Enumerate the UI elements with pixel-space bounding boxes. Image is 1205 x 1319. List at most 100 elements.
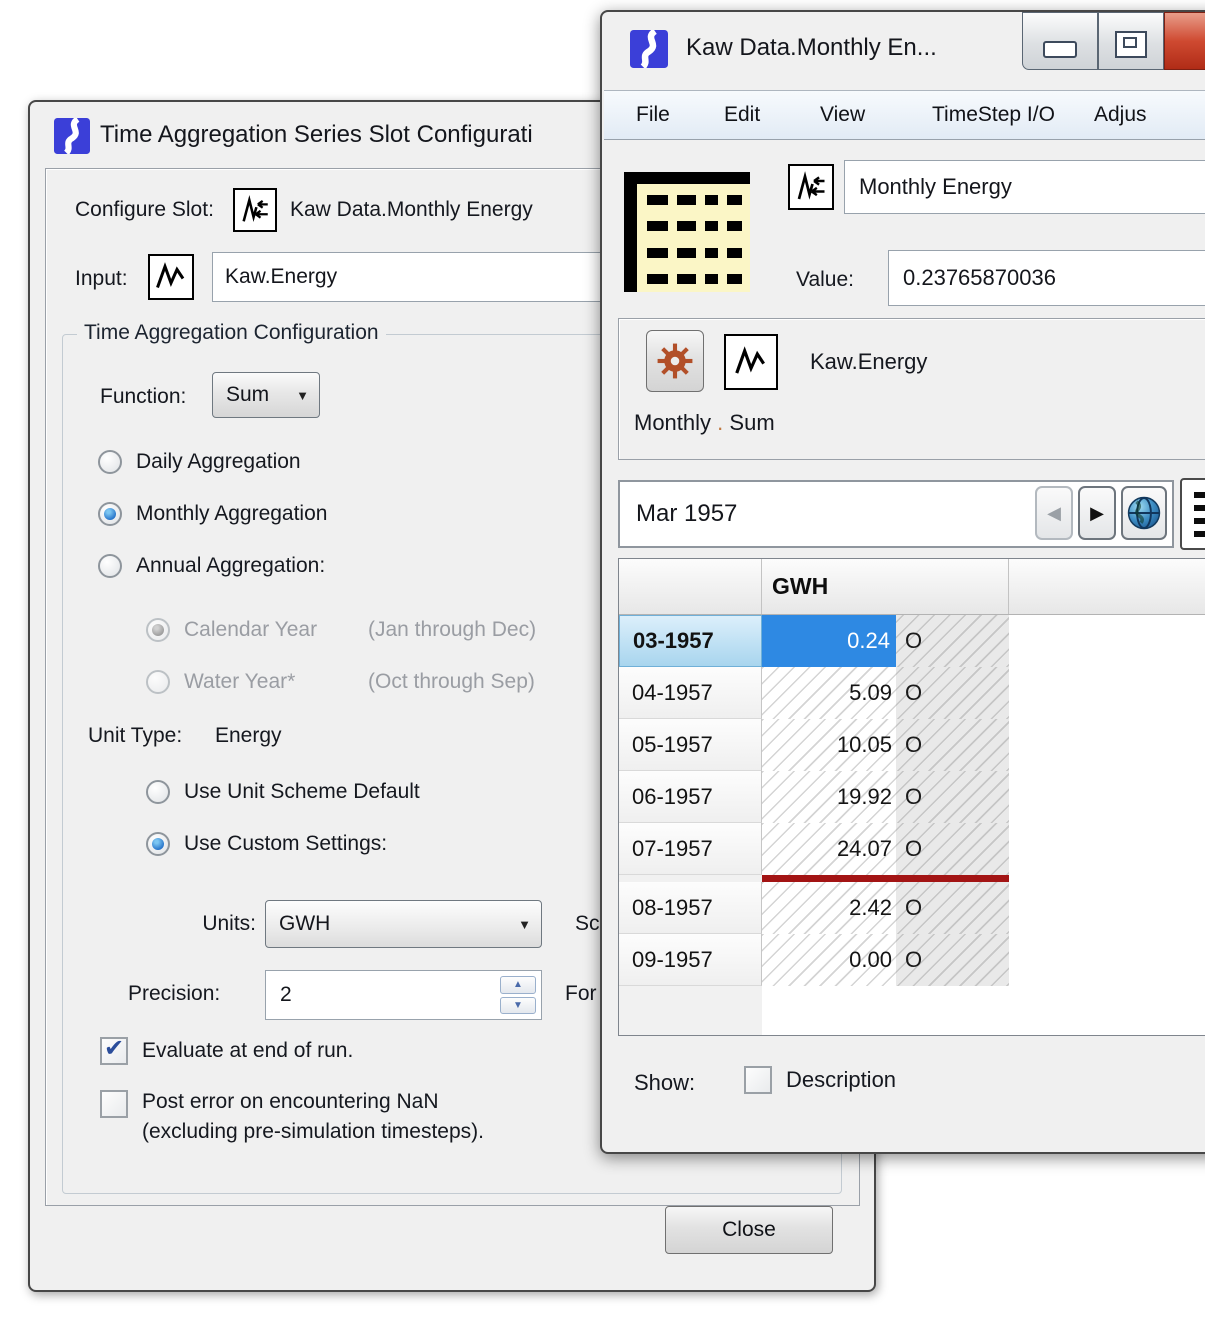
menu-lines-icon [1194, 492, 1205, 537]
radio-water-year: Water Year* (Oct through Sep) [146, 670, 535, 694]
aggregation-slot-icon [233, 188, 277, 232]
table-row[interactable]: 04-1957 5.09 O [619, 667, 1205, 719]
radio-use-custom-settings[interactable]: Use Custom Settings: [146, 832, 387, 856]
menu-bar: File Edit View TimeStep I/O Adjus [604, 90, 1205, 140]
radio-icon-selected [98, 502, 122, 526]
groupbox-title: Time Aggregation Configuration [77, 321, 386, 345]
date-column-header[interactable] [619, 559, 762, 614]
units-label: Units: [148, 912, 256, 936]
radio-icon-selected [146, 832, 170, 856]
table-row-selected[interactable]: 03-1957 0.24 O [619, 615, 1205, 667]
checkbox-checked-icon: ✔ [100, 1037, 128, 1065]
radio-monthly-aggregation[interactable]: Monthly Aggregation [98, 502, 327, 526]
radio-daily-aggregation[interactable]: Daily Aggregation [98, 450, 301, 474]
spinner-buttons[interactable]: ▲ ▼ [500, 976, 536, 1014]
table-row[interactable]: 08-1957 2.42 O [619, 882, 1205, 934]
value-cell[interactable]: 10.05 O [762, 719, 1009, 771]
units-value: GWH [279, 912, 330, 936]
globe-icon [1126, 495, 1162, 531]
input-label: Input: [75, 254, 128, 304]
prev-arrow-icon: ◀ [1047, 503, 1061, 524]
spin-down-icon[interactable]: ▼ [500, 997, 536, 1015]
function-value: Sum [226, 383, 269, 407]
checkbox-show-description[interactable]: Description [744, 1066, 896, 1094]
minimize-icon [1043, 41, 1077, 58]
value-cell-selected[interactable]: 0.24 O [762, 615, 1009, 667]
dropdown-caret-icon: ▼ [518, 917, 541, 932]
dialog-title: Time Aggregation Series Slot Configurati [100, 102, 533, 164]
aggregation-slot-icon [788, 164, 834, 210]
value-cell[interactable]: 5.09 O [762, 667, 1009, 719]
configure-slot-value: Kaw Data.Monthly Energy [290, 188, 533, 232]
function-label: Function: [100, 374, 186, 420]
current-date[interactable]: Mar 1957 [636, 482, 737, 546]
menu-edit[interactable]: Edit [724, 91, 760, 139]
radio-unit-scheme-default[interactable]: Use Unit Scheme Default [146, 780, 420, 804]
menu-view[interactable]: View [820, 91, 865, 139]
minimize-button[interactable] [1022, 12, 1098, 70]
value-cell[interactable]: 0.00 O [762, 934, 1009, 986]
menu-file[interactable]: File [636, 91, 670, 139]
close-button[interactable]: Close [665, 1206, 833, 1254]
unit-type-value: Energy [215, 724, 282, 748]
table-row[interactable]: 07-1957 24.07 O [619, 823, 1205, 875]
riverware-logo-icon [54, 118, 90, 154]
unit-type-label: Unit Type: [88, 724, 182, 748]
value-cell[interactable]: 24.07 O [762, 823, 1009, 875]
value-cell[interactable]: 19.92 O [762, 771, 1009, 823]
checkbox-evaluate-at-end[interactable]: ✔ Evaluate at end of run. [100, 1037, 353, 1065]
show-label: Show: [634, 1070, 695, 1096]
table-row[interactable]: 06-1957 19.92 O [619, 771, 1205, 823]
flag-output: O [905, 667, 922, 719]
slot-name-field[interactable]: Monthly Energy [844, 160, 1205, 214]
desktop: Time Aggregation Series Slot Configurati… [0, 0, 1205, 1319]
slot-viewer-window: Kaw Data.Monthly En... File Edit View Ti… [600, 10, 1205, 1154]
units-dropdown[interactable]: GWH ▼ [265, 900, 542, 948]
agg-function: Sum [729, 410, 774, 435]
goto-date-button[interactable] [1121, 486, 1167, 540]
radio-icon-disabled [146, 670, 170, 694]
agg-separator: . [717, 410, 723, 435]
checkbox-unchecked-icon [744, 1066, 772, 1094]
radio-annual-aggregation[interactable]: Annual Aggregation: [98, 554, 325, 578]
row-menu-button[interactable] [1180, 478, 1205, 550]
flag-output: O [905, 823, 922, 875]
radio-icon [98, 450, 122, 474]
previous-timestep-button[interactable]: ◀ [1035, 486, 1073, 540]
menu-timestep-io[interactable]: TimeStep I/O [932, 91, 1055, 139]
close-window-button[interactable] [1164, 12, 1205, 70]
next-timestep-button[interactable]: ▶ [1078, 486, 1116, 540]
function-dropdown[interactable]: Sum ▼ [212, 372, 320, 418]
flag-output: O [905, 882, 922, 934]
table-row[interactable]: 09-1957 0.00 O [619, 934, 1205, 986]
precision-spinbox[interactable]: 2 ▲ ▼ [265, 970, 542, 1020]
gear-icon [656, 342, 694, 380]
flag-output: O [905, 719, 922, 771]
series-slot-icon [732, 343, 770, 381]
aggregation-summary: Monthly . Sum [634, 410, 775, 436]
current-timestep-divider [762, 875, 1009, 882]
table-row[interactable]: 05-1957 10.05 O [619, 719, 1205, 771]
table-body: 03-1957 0.24 O 04-1957 5.09 O [619, 615, 1205, 1035]
restore-button[interactable] [1098, 12, 1164, 70]
precision-label: Precision: [128, 982, 220, 1006]
checkbox-post-error-nan[interactable]: Post error on encountering NaN (excludin… [100, 1090, 484, 1144]
table-header-row: GWH [619, 559, 1205, 615]
scale-label-clipped: Sc [575, 912, 600, 936]
dropdown-caret-icon: ▼ [296, 388, 319, 403]
value-field[interactable]: 0.23765870036 [888, 250, 1205, 306]
configure-slot-button[interactable] [646, 330, 704, 392]
radio-icon [98, 554, 122, 578]
flag-output: O [905, 934, 922, 986]
precision-value: 2 [280, 971, 292, 1019]
series-data-table: GWH 03-1957 0.24 O 04-1957 5.09 [618, 558, 1205, 1036]
value-cell[interactable]: 2.42 O [762, 882, 1009, 934]
configure-slot-label: Configure Slot: [75, 188, 214, 232]
date-nav-buttons: ◀ ▶ [1035, 486, 1167, 540]
series-slot-icon [148, 254, 194, 300]
value-column-header[interactable]: GWH [762, 559, 1009, 614]
series-slot-icon-button[interactable] [724, 334, 778, 390]
menu-adjust[interactable]: Adjus [1094, 91, 1147, 139]
spin-up-icon[interactable]: ▲ [500, 976, 536, 994]
format-label-clipped: For [565, 982, 597, 1006]
